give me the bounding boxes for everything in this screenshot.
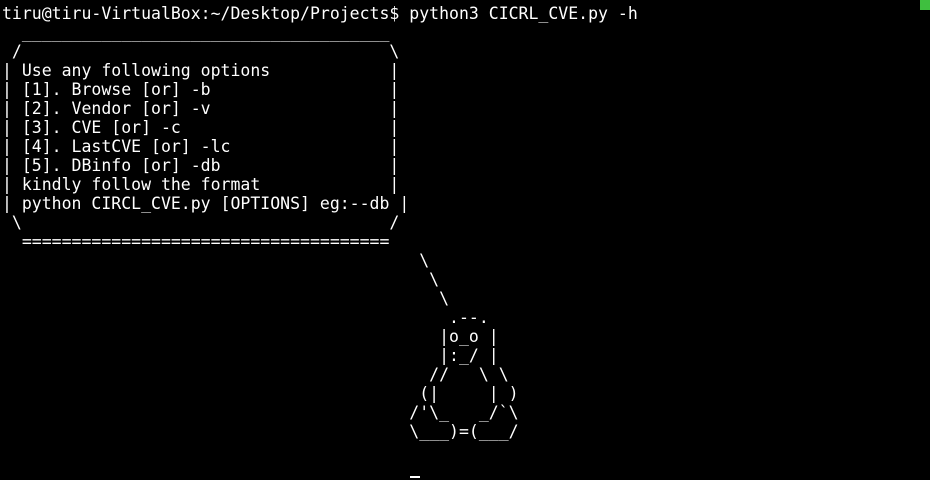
speech-tail-line-3: \: [2, 289, 450, 308]
tux-ascii-line-5: (| | ): [2, 384, 519, 403]
option-cve-line: | [3]. CVE [or] -c |: [2, 118, 400, 137]
speech-tail-line-1: \: [2, 251, 430, 270]
terminal-window[interactable]: tiru@tiru-VirtualBox:~/Desktop/Projects$…: [0, 0, 930, 480]
speech-bubble-top-corners: / \: [2, 42, 400, 61]
tux-ascii-line-3: |:_/ |: [2, 346, 499, 365]
format-hint-line: | kindly follow the format |: [2, 175, 400, 194]
speech-bubble-bottom-corners: \ /: [2, 213, 400, 232]
tux-ascii-line-7: \___)=(___/: [2, 422, 519, 441]
tux-ascii-line-2: |o_o |: [2, 327, 499, 346]
option-lastcve-line: | [4]. LastCVE [or] -lc |: [2, 137, 400, 156]
tux-ascii-line-6: /'\_ _/`\: [2, 403, 519, 422]
tux-ascii-line-1: .--.: [2, 308, 489, 327]
speech-bubble-bottom-border: =====================================: [2, 232, 390, 251]
option-browse-line: | [1]. Browse [or] -b |: [2, 80, 400, 99]
speech-bubble-top-border: _____________________________________: [2, 23, 390, 42]
help-heading-line: | Use any following options |: [2, 61, 400, 80]
option-vendor-line: | [2]. Vendor [or] -v |: [2, 99, 400, 118]
tux-ascii-line-4: // \ \: [2, 365, 509, 384]
usage-example-line: | python CIRCL_CVE.py [OPTIONS] eg:--db …: [2, 194, 410, 213]
text-cursor: [410, 476, 420, 478]
scroll-indicator: [920, 0, 930, 10]
command-prompt-line: tiru@tiru-VirtualBox:~/Desktop/Projects$…: [2, 4, 638, 23]
option-dbinfo-line: | [5]. DBinfo [or] -db |: [2, 156, 400, 175]
speech-tail-line-2: \: [2, 270, 440, 289]
